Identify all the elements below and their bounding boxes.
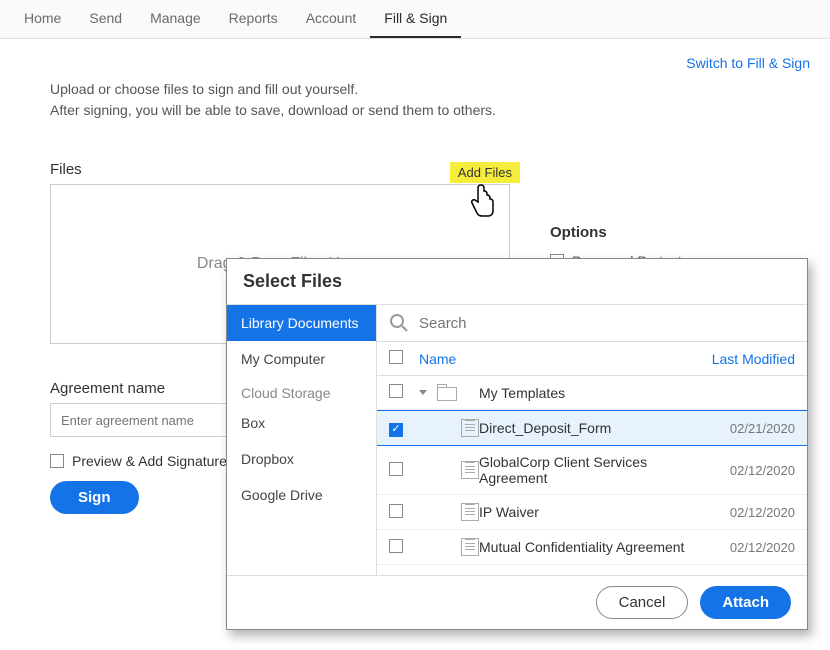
file-checkbox[interactable] bbox=[389, 462, 403, 476]
search-input[interactable] bbox=[419, 315, 795, 332]
folder-name: My Templates bbox=[479, 385, 705, 401]
sidebar-item-library-documents[interactable]: Library Documents bbox=[227, 305, 376, 341]
file-row[interactable]: Direct_Deposit_Form 02/21/2020 bbox=[377, 410, 807, 446]
file-name: Direct_Deposit_Form bbox=[479, 420, 705, 436]
file-row[interactable]: GlobalCorp Client Services Agreement 02/… bbox=[377, 446, 807, 495]
modal-title: Select Files bbox=[227, 259, 807, 304]
sidebar-item-my-computer[interactable]: My Computer bbox=[227, 341, 376, 377]
column-name[interactable]: Name bbox=[419, 351, 695, 367]
tab-send[interactable]: Send bbox=[75, 0, 136, 38]
document-icon bbox=[461, 419, 479, 437]
file-name: GlobalCorp Client Services Agreement bbox=[479, 454, 705, 486]
intro-text: Upload or choose files to sign and fill … bbox=[50, 79, 780, 121]
sidebar-group-cloud-storage: Cloud Storage bbox=[227, 377, 376, 405]
tab-fill-sign[interactable]: Fill & Sign bbox=[370, 0, 461, 38]
add-files-button[interactable]: Add Files bbox=[450, 162, 520, 183]
sign-button[interactable]: Sign bbox=[50, 481, 139, 514]
files-label: Files bbox=[50, 161, 780, 178]
file-date: 02/12/2020 bbox=[705, 463, 795, 478]
folder-checkbox[interactable] bbox=[389, 384, 403, 398]
document-icon bbox=[461, 538, 479, 556]
sidebar-item-google-drive[interactable]: Google Drive bbox=[227, 477, 376, 513]
file-checkbox[interactable] bbox=[389, 423, 403, 437]
tab-manage[interactable]: Manage bbox=[136, 0, 215, 38]
expand-icon[interactable] bbox=[419, 390, 427, 395]
file-date: 02/21/2020 bbox=[705, 421, 795, 436]
file-list-header: Name Last Modified bbox=[377, 342, 807, 376]
sidebar-item-dropbox[interactable]: Dropbox bbox=[227, 441, 376, 477]
intro-line1: Upload or choose files to sign and fill … bbox=[50, 79, 780, 100]
top-nav: Home Send Manage Reports Account Fill & … bbox=[0, 0, 830, 39]
file-date: 02/12/2020 bbox=[705, 505, 795, 520]
file-row[interactable]: Mutual Confidentiality Agreement 02/12/2… bbox=[377, 530, 807, 565]
folder-row-my-templates[interactable]: My Templates bbox=[377, 376, 807, 410]
file-row[interactable]: IP Waiver 02/12/2020 bbox=[377, 495, 807, 530]
folder-icon bbox=[437, 387, 457, 401]
tab-reports[interactable]: Reports bbox=[215, 0, 292, 38]
file-name: IP Waiver bbox=[479, 504, 705, 520]
select-files-modal: Select Files Library Documents My Comput… bbox=[226, 258, 808, 630]
select-all-checkbox[interactable] bbox=[389, 350, 403, 364]
preview-signature-checkbox[interactable] bbox=[50, 454, 64, 468]
switch-to-fill-sign-link[interactable]: Switch to Fill & Sign bbox=[686, 55, 810, 71]
sidebar-item-box[interactable]: Box bbox=[227, 405, 376, 441]
file-checkbox[interactable] bbox=[389, 539, 403, 553]
attach-button[interactable]: Attach bbox=[700, 586, 791, 619]
intro-line2: After signing, you will be able to save,… bbox=[50, 100, 780, 121]
document-icon bbox=[461, 503, 479, 521]
tab-home[interactable]: Home bbox=[10, 0, 75, 38]
column-last-modified[interactable]: Last Modified bbox=[695, 351, 795, 367]
file-pane: Name Last Modified My Templates Direct_D… bbox=[377, 305, 807, 575]
file-checkbox[interactable] bbox=[389, 504, 403, 518]
file-name: Mutual Confidentiality Agreement bbox=[479, 539, 705, 555]
cancel-button[interactable]: Cancel bbox=[596, 586, 689, 619]
options-title: Options bbox=[550, 224, 780, 241]
search-icon bbox=[389, 313, 409, 333]
tab-account[interactable]: Account bbox=[292, 0, 371, 38]
modal-sidebar: Library Documents My Computer Cloud Stor… bbox=[227, 305, 377, 575]
file-date: 02/12/2020 bbox=[705, 540, 795, 555]
document-icon bbox=[461, 461, 479, 479]
